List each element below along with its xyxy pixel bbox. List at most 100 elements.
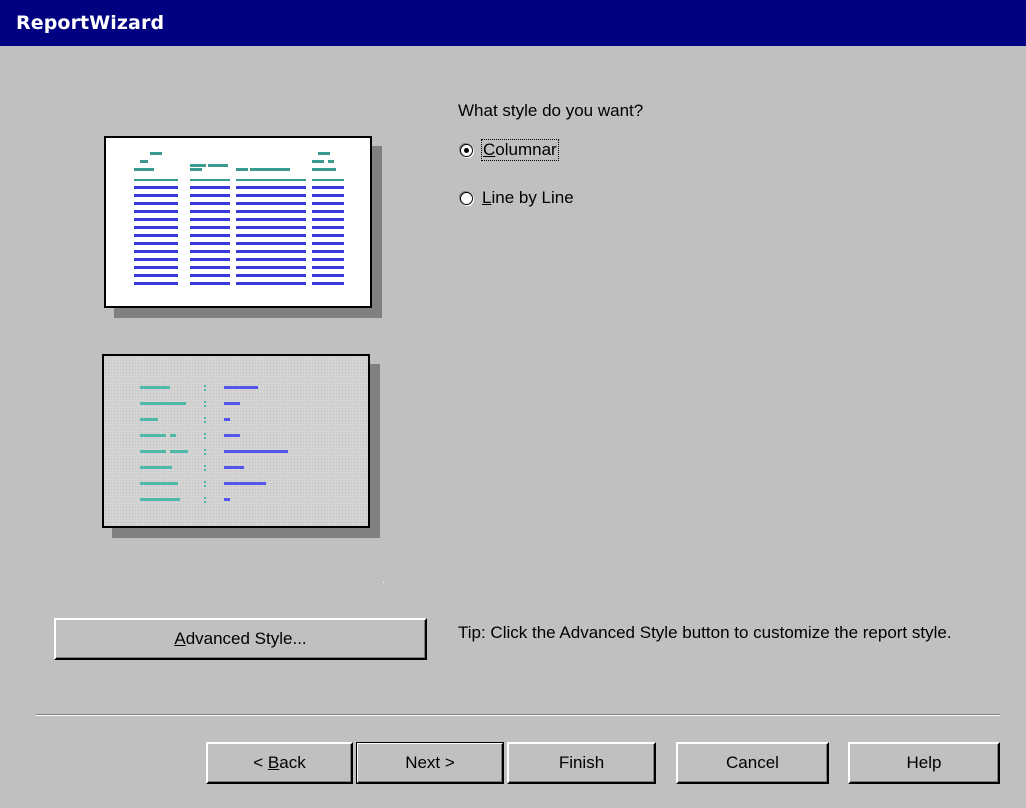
line-preview-colon [204, 485, 206, 487]
columnar-header-mark [134, 168, 154, 171]
columnar-header-mark [190, 164, 206, 167]
columnar-data-mark [190, 226, 230, 229]
columnar-header-mark [140, 160, 148, 163]
line-preview-label [140, 482, 168, 485]
line-preview-colon [204, 405, 206, 407]
radio-line-by-line[interactable]: Line by Line [460, 188, 574, 208]
line-preview-label [140, 386, 170, 389]
columnar-data-mark [190, 186, 230, 189]
style-question-label: What style do you want? [458, 101, 644, 120]
columnar-data-mark [134, 186, 178, 189]
radio-columnar-label[interactable]: Columnar [481, 139, 559, 161]
columnar-data-mark [312, 186, 344, 189]
title-bar[interactable]: ReportWizard [0, 0, 1026, 46]
columnar-header-mark [150, 152, 162, 155]
columnar-header-mark [318, 152, 330, 155]
columnar-data-mark [190, 218, 230, 221]
columnar-header-mark [312, 160, 324, 163]
columnar-data-mark [134, 250, 178, 253]
columnar-data-mark [312, 242, 344, 245]
columnar-data-mark [312, 250, 344, 253]
columnar-header-mark [190, 168, 202, 171]
columnar-data-mark [312, 202, 344, 205]
line-preview-label [140, 450, 166, 453]
columnar-data-mark [134, 258, 178, 261]
line-preview-value [224, 450, 288, 453]
columnar-header-mark [208, 164, 228, 167]
columnar-data-mark [312, 210, 344, 213]
columnar-data-mark [236, 210, 306, 213]
line-preview-colon [204, 497, 206, 499]
line-by-line-preview-graphic [140, 385, 288, 503]
radio-line-by-line-indicator[interactable] [460, 191, 473, 205]
radio-columnar-indicator[interactable] [460, 143, 473, 157]
columnar-header-mark [312, 168, 336, 171]
line-preview-colon [204, 481, 206, 483]
cancel-button[interactable]: Cancel [676, 742, 829, 784]
line-preview-colon [204, 469, 206, 471]
line-preview-value [224, 418, 230, 421]
columnar-header-rule [134, 179, 178, 181]
columnar-data-mark [312, 218, 344, 221]
finish-button[interactable]: Finish [507, 742, 656, 784]
columnar-data-mark [312, 226, 344, 229]
columnar-data-mark [312, 258, 344, 261]
columnar-header-mark [328, 160, 334, 163]
columnar-data-mark [134, 266, 178, 269]
separator-line [36, 714, 1000, 716]
columnar-data-mark [236, 266, 306, 269]
columnar-data-mark [134, 218, 178, 221]
columnar-data-mark [190, 210, 230, 213]
columnar-data-mark [312, 194, 344, 197]
columnar-data-mark [190, 242, 230, 245]
columnar-data-mark [236, 282, 306, 285]
columnar-data-mark [190, 282, 230, 285]
columnar-data-mark [236, 194, 306, 197]
next-button[interactable]: Next > [356, 742, 504, 784]
line-preview-colon [204, 401, 206, 403]
line-preview-label [140, 498, 180, 501]
columnar-data-mark [312, 274, 344, 277]
columnar-style-preview [104, 136, 372, 308]
columnar-data-mark [236, 258, 306, 261]
columnar-data-mark [190, 194, 230, 197]
columnar-data-mark [190, 258, 230, 261]
columnar-data-mark [236, 234, 306, 237]
advanced-style-button[interactable]: Advanced Style... [54, 618, 427, 660]
columnar-header-rule [312, 179, 344, 181]
line-preview-colon [204, 433, 206, 435]
columnar-preview-graphic [134, 152, 344, 285]
line-by-line-style-preview [102, 354, 370, 528]
columnar-data-mark [236, 218, 306, 221]
line-preview-colon [204, 385, 206, 387]
columnar-data-mark [134, 194, 178, 197]
line-preview-colon [204, 389, 206, 391]
line-preview-label [170, 450, 188, 453]
line-preview-colon [204, 453, 206, 455]
columnar-data-mark [134, 226, 178, 229]
line-preview-colon [204, 449, 206, 451]
columnar-data-mark [190, 274, 230, 277]
line-preview-colon [204, 421, 206, 423]
line-preview-label [140, 402, 186, 405]
columnar-data-mark [134, 234, 178, 237]
columnar-header-mark [236, 168, 248, 171]
columnar-data-mark [190, 266, 230, 269]
columnar-data-mark [134, 202, 178, 205]
columnar-data-mark [236, 274, 306, 277]
line-preview-value [224, 498, 230, 501]
columnar-header-mark [250, 168, 290, 171]
line-preview-colon [204, 465, 206, 467]
columnar-data-mark [236, 202, 306, 205]
columnar-data-mark [134, 282, 178, 285]
radio-columnar[interactable]: Columnar [460, 139, 559, 161]
line-preview-value [224, 466, 244, 469]
radio-line-by-line-label[interactable]: Line by Line [482, 188, 574, 208]
columnar-header-rule [190, 179, 230, 181]
line-preview-label [140, 466, 172, 469]
columnar-data-mark [134, 210, 178, 213]
back-button[interactable]: < Back [206, 742, 353, 784]
line-preview-colon [204, 437, 206, 439]
line-preview-label [168, 482, 178, 485]
help-button[interactable]: Help [848, 742, 1000, 784]
